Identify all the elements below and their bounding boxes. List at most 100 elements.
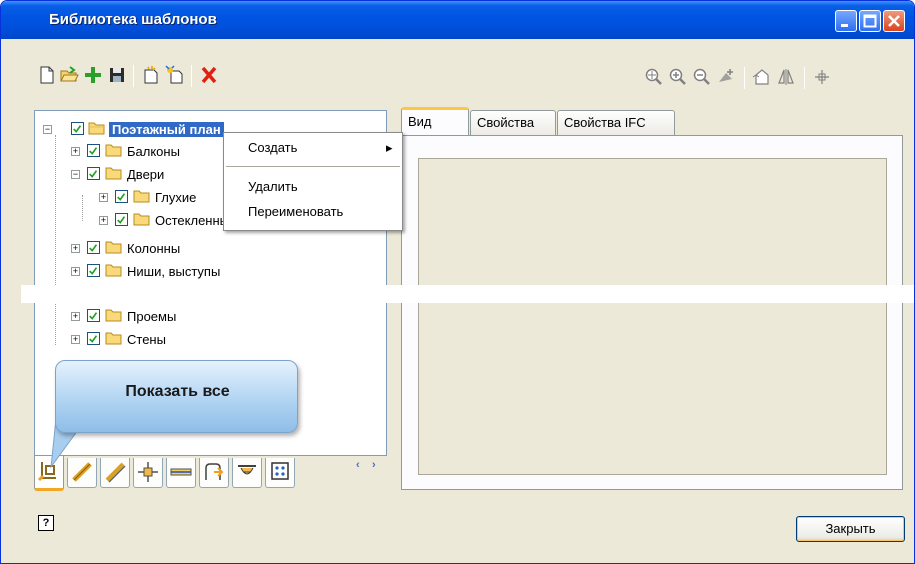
expand-toggle[interactable]: + <box>71 147 80 156</box>
title-bar[interactable]: Библиотека шаблонов <box>1 1 914 39</box>
pan-icon[interactable] <box>716 67 736 87</box>
context-menu: Создать ▸ Удалить Переименовать <box>223 132 403 231</box>
folder-icon <box>88 122 105 135</box>
stair-profile-icon <box>205 463 224 480</box>
folder-icon <box>105 167 122 180</box>
tree-checkbox[interactable] <box>87 144 100 157</box>
tree-node-label: Балконы <box>127 144 180 159</box>
tree-checkbox[interactable] <box>87 309 100 322</box>
tree-node-label: Стены <box>127 332 166 347</box>
expand-toggle[interactable]: + <box>71 267 80 276</box>
menu-item-label: Удалить <box>248 179 298 194</box>
tree-checkbox[interactable] <box>87 264 100 277</box>
tree-checkbox[interactable] <box>115 213 128 226</box>
expand-toggle[interactable]: + <box>99 193 108 202</box>
tab-view[interactable]: Вид <box>401 107 469 136</box>
folder-icon <box>105 241 122 254</box>
zoom-in-icon[interactable] <box>668 67 688 87</box>
folder-icon <box>133 213 150 226</box>
toolbar-separator <box>744 67 745 89</box>
toolbar-separator <box>133 65 134 87</box>
menu-item-create[interactable]: Создать ▸ <box>248 140 398 155</box>
close-icon <box>888 15 900 27</box>
close-button[interactable]: Закрыть <box>796 516 905 542</box>
tab-ifc-properties[interactable]: Свойства IFC <box>557 110 675 135</box>
folder-icon <box>105 264 122 277</box>
preview-area[interactable] <box>418 158 887 475</box>
scroll-left-arrow[interactable]: ‹ <box>356 459 360 471</box>
expand-toggle[interactable]: + <box>71 335 80 344</box>
menu-item-delete[interactable]: Удалить <box>248 179 298 194</box>
template-library-window: Библиотека шаблонов − Поэтажный план + Б… <box>0 0 915 564</box>
check-icon <box>117 193 126 201</box>
folder-icon <box>133 190 150 203</box>
check-icon <box>117 216 126 224</box>
tab-stair[interactable] <box>199 458 229 488</box>
help-button[interactable]: ? <box>38 515 54 531</box>
check-icon <box>89 170 98 178</box>
tree-checkbox[interactable] <box>115 190 128 203</box>
tab-ceiling-fixture[interactable] <box>232 458 262 488</box>
add-plus-icon[interactable] <box>83 65 103 85</box>
tree-checkbox[interactable] <box>87 332 100 345</box>
show-all-callout: Показать все <box>55 360 298 433</box>
tree-checkbox[interactable] <box>87 241 100 254</box>
folder-icon <box>105 332 122 345</box>
tree-checkbox[interactable] <box>71 122 84 135</box>
tab-measure[interactable] <box>100 458 130 488</box>
mirror-icon[interactable] <box>776 67 796 87</box>
toolbar-separator <box>804 67 805 89</box>
open-folder-icon[interactable] <box>59 65 79 85</box>
minimize-button[interactable] <box>835 10 857 32</box>
sparkle-template-icon[interactable] <box>165 65 185 85</box>
tab-column-node[interactable] <box>133 458 163 488</box>
tab-beam[interactable] <box>166 458 196 488</box>
check-icon <box>89 244 98 252</box>
tree-guide-line <box>55 135 56 345</box>
submenu-arrow-icon: ▸ <box>386 140 393 155</box>
snap-crosshair-icon[interactable] <box>812 67 832 87</box>
menu-item-label: Переименовать <box>248 204 344 219</box>
callout-text: Показать все <box>125 383 230 400</box>
new-document-icon[interactable] <box>37 65 57 85</box>
tree-checkbox[interactable] <box>87 167 100 180</box>
zoom-extents-icon[interactable] <box>644 67 664 87</box>
collapse-toggle[interactable]: − <box>71 170 80 179</box>
column-node-icon <box>138 462 158 482</box>
maximize-button[interactable] <box>859 10 881 32</box>
maximize-icon <box>863 14 877 28</box>
toolbar-separator <box>191 65 192 87</box>
view-tab-panel <box>401 135 903 490</box>
delete-x-icon[interactable] <box>199 65 219 85</box>
tree-node-label: Поэтажный план <box>109 122 224 137</box>
folder-icon <box>105 309 122 322</box>
minimize-icon <box>841 24 848 27</box>
grid-dots-icon <box>271 462 289 480</box>
tab-properties[interactable]: Свойства <box>470 110 556 135</box>
scroll-right-arrow[interactable]: › <box>372 459 376 471</box>
expand-toggle[interactable]: + <box>99 216 108 225</box>
save-icon[interactable] <box>107 65 127 85</box>
tab-label: Свойства <box>477 115 535 130</box>
collapse-toggle[interactable]: − <box>43 125 52 134</box>
expand-toggle[interactable]: + <box>71 244 80 253</box>
check-icon <box>89 312 98 320</box>
measure-icon <box>105 462 126 483</box>
blank-band <box>21 285 914 303</box>
folder-icon <box>105 144 122 157</box>
tab-grid[interactable] <box>265 458 295 488</box>
tab-label: Свойства IFC <box>564 115 646 130</box>
expand-toggle[interactable]: + <box>71 312 80 321</box>
tree-node-label: Проемы <box>127 309 177 324</box>
tree-node-label: Глухие <box>155 190 197 205</box>
close-window-button[interactable] <box>883 10 905 32</box>
tree-node-label: Колонны <box>127 241 181 256</box>
new-template-icon[interactable] <box>141 65 161 85</box>
zoom-out-icon[interactable] <box>692 67 712 87</box>
menu-item-rename[interactable]: Переименовать <box>248 204 343 219</box>
tree-node-label: Двери <box>127 167 165 182</box>
view-3d-icon[interactable] <box>752 67 772 87</box>
check-icon <box>89 267 98 275</box>
tree-guide-line <box>82 195 83 221</box>
tree-node-label: Ниши, выступы <box>127 264 221 279</box>
